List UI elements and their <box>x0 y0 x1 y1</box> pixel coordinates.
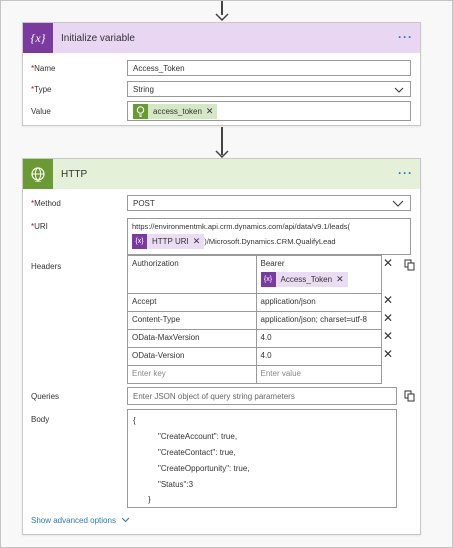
table-row: Content-Type application/json; charset=u… <box>128 312 382 330</box>
body-textarea[interactable]: { "CreateAccount": true, "CreateContact"… <box>127 409 397 508</box>
uri-suffix: )/Microsoft.Dynamics.CRM.QualifyLead <box>204 237 336 246</box>
body-line: { <box>133 416 136 425</box>
name-label: *Name <box>31 64 56 73</box>
down-arrow-icon <box>215 13 229 21</box>
header-key-cell[interactable]: OData-MaxVersion <box>128 330 257 347</box>
close-icon[interactable]: ✕ <box>193 236 201 247</box>
name-field[interactable]: Access_Token <box>127 60 411 76</box>
headers-table: Authorization Bearer {x} Access_Token ✕ … <box>127 255 382 384</box>
table-row: Authorization Bearer {x} Access_Token ✕ <box>128 256 382 294</box>
header-value-input[interactable]: Enter value <box>257 366 382 383</box>
header-value-cell[interactable]: Bearer {x} Access_Token ✕ <box>257 256 382 293</box>
chevron-down-icon <box>394 87 404 93</box>
close-icon[interactable]: ✕ <box>383 257 393 269</box>
close-icon[interactable]: ✕ <box>206 106 214 117</box>
http-header[interactable]: HTTP ··· <box>23 159 420 189</box>
table-row: OData-MaxVersion 4.0 <box>128 330 382 348</box>
header-key-cell[interactable]: Authorization <box>128 256 257 293</box>
lightbulb-icon <box>133 103 148 119</box>
method-label: *Method <box>31 199 61 208</box>
type-label: *Type <box>31 85 52 94</box>
token-label: access_token <box>153 106 202 116</box>
value-field[interactable]: access_token ✕ <box>127 101 411 121</box>
initialize-variable-header[interactable]: {x} Initialize variable ··· <box>23 23 420 53</box>
initialize-variable-card: {x} Initialize variable ··· *Name Access… <box>22 22 421 126</box>
card-title: HTTP <box>61 168 88 180</box>
uri-text: https://environmentmk.api.crm.dynamics.c… <box>132 222 351 231</box>
body-line: "CreateAccount": true, <box>158 432 238 441</box>
chevron-down-icon <box>392 200 404 207</box>
close-icon[interactable]: ✕ <box>383 294 393 306</box>
header-value-cell[interactable]: application/json <box>257 294 382 311</box>
close-icon[interactable]: ✕ <box>383 348 393 360</box>
body-line: "CreateContact": true, <box>158 448 236 457</box>
connector-arrow-middle <box>215 127 229 158</box>
method-select[interactable]: POST <box>127 195 411 211</box>
body-line: "CreateOpportunity": true, <box>158 464 250 473</box>
header-key-cell[interactable]: OData-Version <box>128 348 257 365</box>
close-icon[interactable]: ✕ <box>383 312 393 324</box>
value-label: Value <box>31 107 51 116</box>
table-row: Accept application/json <box>128 294 382 312</box>
uri-label: *URI <box>31 222 48 231</box>
copy-icon[interactable] <box>404 390 415 402</box>
svg-text:{x}: {x} <box>31 31 46 45</box>
down-arrow-icon <box>215 150 229 158</box>
body-label: Body <box>31 415 50 424</box>
show-advanced-options-link[interactable]: Show advanced options <box>31 516 130 525</box>
headers-label: Headers <box>31 262 62 271</box>
http-uri-token[interactable]: {x} HTTP URI ✕ <box>132 234 205 249</box>
dynamic-content-token[interactable]: access_token ✕ <box>133 103 218 119</box>
chevron-down-icon <box>121 517 130 523</box>
token-label: Access_Token <box>280 275 333 284</box>
header-value-cell[interactable]: 4.0 <box>257 330 382 347</box>
table-row: Enter key Enter value <box>128 366 382 384</box>
more-icon[interactable]: ··· <box>398 166 413 180</box>
body-line: } <box>148 495 151 504</box>
header-key-input[interactable]: Enter key <box>128 366 257 383</box>
variable-icon: {x} <box>132 234 147 249</box>
header-key-cell[interactable]: Content-Type <box>128 312 257 329</box>
connector-arrow-top <box>215 1 229 21</box>
header-value-cell[interactable]: application/json; charset=utf-8 <box>257 312 382 329</box>
close-icon[interactable]: ✕ <box>336 274 344 285</box>
globe-icon <box>23 159 53 189</box>
header-value-cell[interactable]: 4.0 <box>257 348 382 365</box>
variable-icon: {x} <box>260 272 276 287</box>
token-label: HTTP URI <box>152 237 189 246</box>
http-card: HTTP ··· *Method POST *URI https://envir… <box>22 158 421 535</box>
type-select[interactable]: String <box>127 81 411 97</box>
uri-field[interactable]: https://environmentmk.api.crm.dynamics.c… <box>127 218 411 255</box>
card-title: Initialize variable <box>61 32 135 44</box>
header-key-cell[interactable]: Accept <box>128 294 257 311</box>
close-icon[interactable]: ✕ <box>383 330 393 342</box>
variable-icon: {x} <box>23 23 53 53</box>
queries-input[interactable]: Enter JSON object of query string parame… <box>127 387 397 405</box>
more-icon[interactable]: ··· <box>398 30 413 44</box>
body-line: "Status":3 <box>158 480 194 489</box>
access-token-token[interactable]: {x} Access_Token ✕ <box>260 272 348 287</box>
table-row: OData-Version 4.0 <box>128 348 382 366</box>
queries-label: Queries <box>31 392 60 401</box>
header-value-text: Bearer <box>260 259 285 268</box>
copy-icon[interactable] <box>404 259 415 271</box>
